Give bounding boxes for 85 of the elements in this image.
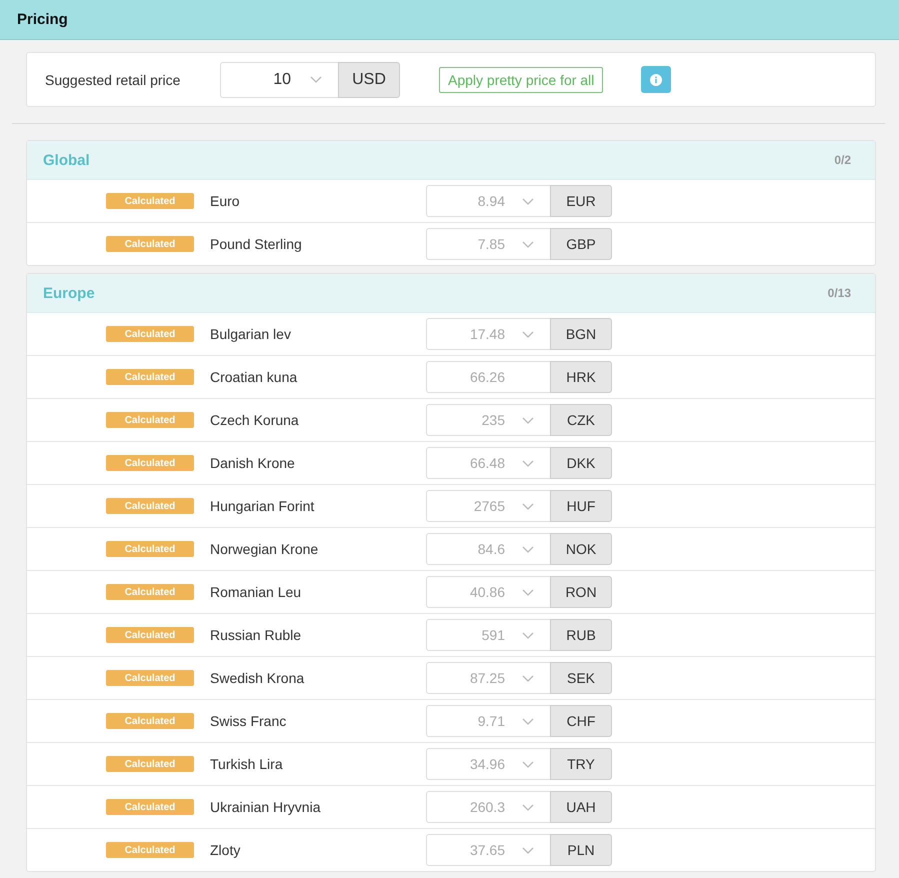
currency-name: Swedish Krona (210, 670, 306, 686)
status-badge: Calculated (106, 799, 194, 815)
price-field[interactable]: 17.48 (426, 318, 550, 350)
currency-addon: HUF (550, 490, 612, 522)
status-badge: Calculated (106, 412, 194, 428)
page-title: Pricing (17, 11, 68, 28)
caret-icon (522, 718, 534, 724)
currency-name: Czech Koruna (210, 412, 300, 428)
currency-addon: BGN (550, 318, 612, 350)
status-badge: Calculated (106, 842, 194, 858)
caret-icon (522, 240, 534, 248)
price-field[interactable]: 84.6 (426, 533, 550, 565)
currency-addon: TRY (550, 748, 612, 780)
currency-addon: SEK (550, 662, 612, 694)
caret-icon (522, 674, 534, 682)
status-badge: Calculated (106, 541, 194, 557)
currency-name: Hungarian Forint (210, 498, 316, 514)
status-badge: Calculated (106, 627, 194, 643)
price-field[interactable]: 235 (426, 404, 550, 436)
price-field[interactable]: 37.65 (426, 834, 550, 866)
currency-name: Norwegian Krone (210, 541, 320, 557)
currency-name: Bulgarian lev (210, 326, 292, 342)
price-field[interactable]: 87.25 (426, 662, 550, 694)
section-title: Europe (43, 284, 95, 302)
currency-addon: DKK (550, 447, 612, 479)
currency-addon: USD (338, 62, 400, 98)
section-title: Global (43, 152, 90, 168)
currency-addon: RUB (550, 619, 612, 651)
status-badge: Calculated (106, 236, 194, 252)
currency-name: Turkish Lira (210, 756, 284, 772)
currency-addon: RON (550, 576, 612, 608)
caret-icon (522, 632, 534, 638)
caret-icon (310, 76, 322, 83)
price-field[interactable]: 66.48 (426, 447, 550, 479)
price-field[interactable]: 66.26 (426, 361, 550, 393)
status-badge: Calculated (106, 326, 194, 342)
price-field[interactable]: 260.3 (426, 791, 550, 823)
currency-addon: EUR (550, 185, 612, 217)
currency-name: Euro (210, 193, 241, 209)
section-count: 0/13 (828, 286, 851, 300)
caret-icon (522, 502, 534, 510)
currency-addon: CHF (550, 705, 612, 737)
currency-name: Russian Ruble (210, 627, 302, 643)
caret-icon (522, 760, 534, 768)
caret-icon (522, 198, 534, 204)
status-badge: Calculated (106, 193, 194, 209)
currency-name: Croatian kuna (210, 369, 298, 385)
caret-icon (522, 588, 534, 596)
field-label: Suggested retail price (45, 72, 182, 88)
price-field[interactable]: 8.94 (426, 185, 550, 217)
currency-name: Pound Sterling (210, 236, 303, 252)
currency-addon: GBP (550, 228, 612, 260)
currency-addon: PLN (550, 834, 612, 866)
status-badge: Calculated (106, 670, 194, 686)
currency-addon: NOK (550, 533, 612, 565)
price-field[interactable]: 7.85 (426, 228, 550, 260)
status-badge: Calculated (106, 713, 194, 729)
currency-name: Swiss Franc (210, 713, 288, 729)
caret-icon (522, 460, 534, 466)
status-badge: Calculated (106, 584, 194, 600)
caret-icon (522, 546, 534, 552)
caret-icon (522, 846, 534, 854)
currency-addon: UAH (550, 791, 612, 823)
currency-addon: HRK (550, 361, 612, 393)
caret-icon (522, 416, 534, 424)
currency-name: Zloty (210, 842, 242, 858)
status-badge: Calculated (106, 756, 194, 772)
caret-icon (522, 330, 534, 338)
currency-name: Romanian Leu (210, 584, 302, 600)
price-field[interactable]: 10 (220, 62, 338, 98)
currency-name: Danish Krone (210, 455, 296, 471)
currency-name: Ukrainian Hryvnia (210, 799, 322, 815)
section-count: 0/2 (834, 153, 851, 167)
price-field[interactable]: 9.71 (426, 705, 550, 737)
info-icon (650, 74, 662, 86)
price-field[interactable]: 40.86 (426, 576, 550, 608)
status-badge: Calculated (106, 455, 194, 471)
price-field[interactable]: 34.96 (426, 748, 550, 780)
price-field[interactable]: 591 (426, 619, 550, 651)
price-field[interactable]: 2765 (426, 490, 550, 522)
status-badge: Calculated (106, 498, 194, 514)
status-badge: Calculated (106, 369, 194, 385)
currency-addon: CZK (550, 404, 612, 436)
info-button[interactable] (641, 66, 672, 93)
caret-icon (522, 804, 534, 810)
